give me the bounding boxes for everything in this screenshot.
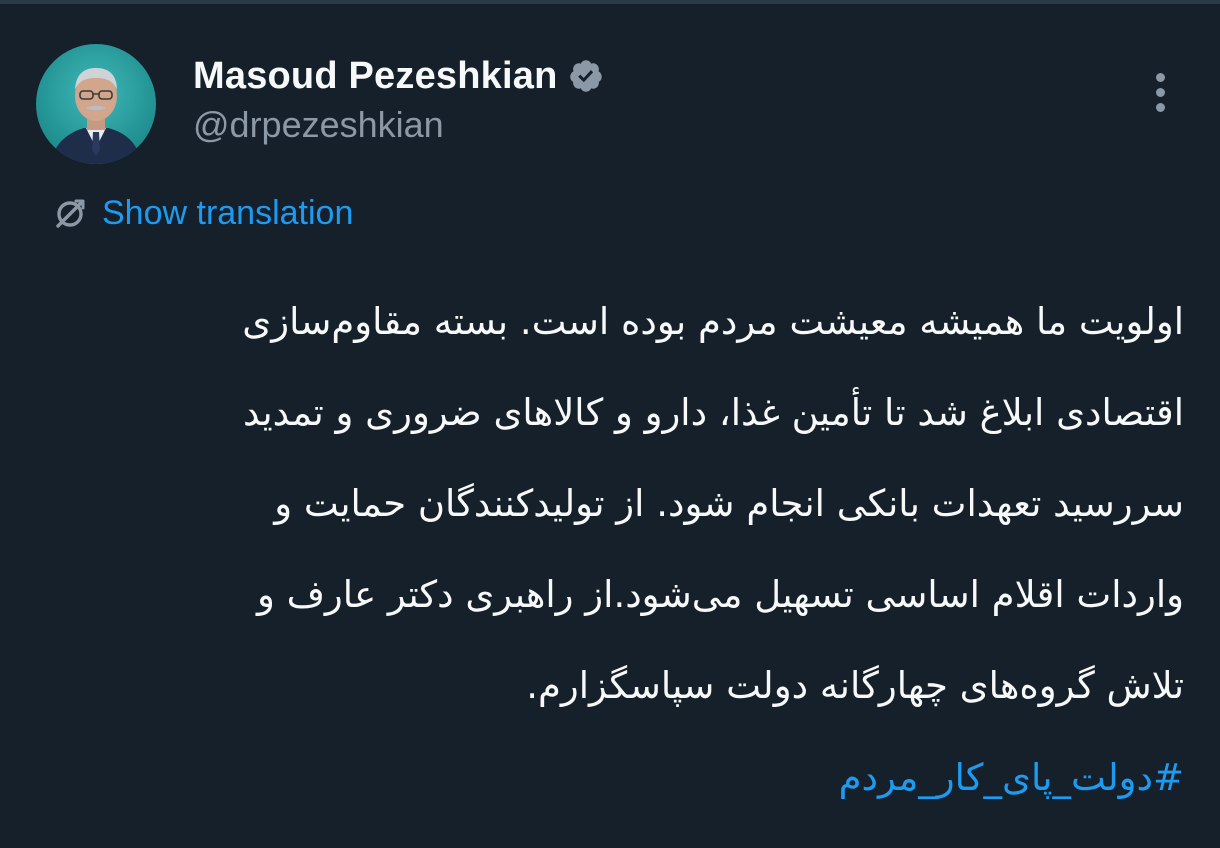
author-display-name[interactable]: Masoud Pezeshkian <box>193 55 558 98</box>
show-translation-label[interactable]: Show translation <box>102 194 353 233</box>
translate-icon <box>56 199 85 228</box>
tweet: Masoud Pezeshkian @drpezeshkian Show tra… <box>0 0 1220 848</box>
tweet-text-line: واردات اقلام اساسی تسهیل می‌شود.از راهبر… <box>256 573 1184 616</box>
tweet-text-line: اولویت ما همیشه معیشت مردم بوده است. بست… <box>242 300 1184 343</box>
tweet-text-line: سررسید تعهدات بانکی انجام شود. از تولیدک… <box>274 482 1184 525</box>
hashtag-link[interactable]: #دولت_پای_کار_مردم <box>40 732 1184 823</box>
tweet-text-line: تلاش گروه‌های چهارگانه دولت سپاسگزارم. <box>526 664 1184 707</box>
tweet-text: اولویت ما همیشه معیشت مردم بوده است. بست… <box>40 276 1184 731</box>
show-translation-button[interactable]: Show translation <box>50 190 353 236</box>
verified-badge-icon <box>569 60 602 92</box>
avatar[interactable] <box>36 44 156 164</box>
avatar-portrait <box>50 68 142 164</box>
tweet-text-line: اقتصادی ابلاغ شد تا تأمین غذا، دارو و کا… <box>242 391 1184 434</box>
author-handle[interactable]: @drpezeshkian <box>193 104 444 146</box>
author-name-row[interactable]: Masoud Pezeshkian <box>193 52 604 100</box>
more-vertical-icon <box>1155 72 1165 82</box>
more-options-button[interactable] <box>1136 68 1184 116</box>
